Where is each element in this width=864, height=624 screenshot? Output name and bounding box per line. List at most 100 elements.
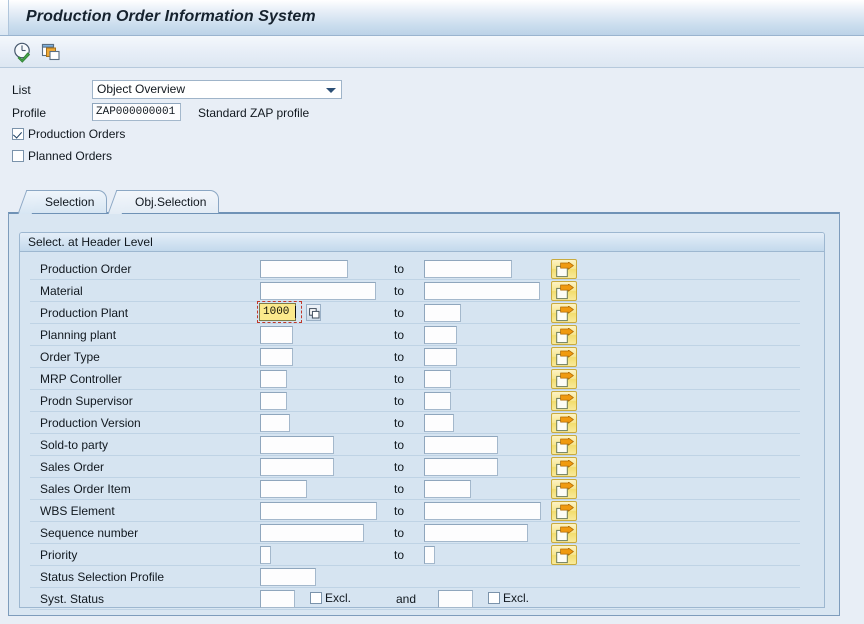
selection-row: Sold-to party to <box>20 434 826 456</box>
profile-label: Profile <box>12 106 46 120</box>
to-label: to <box>394 350 404 364</box>
selection-row: Production Plant to <box>20 302 826 324</box>
selection-row: MRP Controllerto <box>20 368 826 390</box>
multiple-selection-arrow-icon[interactable] <box>551 479 577 499</box>
row-from-field[interactable] <box>259 303 296 321</box>
tab-obj-selection[interactable]: Obj.Selection <box>120 190 219 213</box>
excl-label-to: Excl. <box>503 591 529 605</box>
to-label: to <box>394 394 404 408</box>
row-label: Prodn Supervisor <box>40 394 133 408</box>
list-dropdown[interactable]: Object Overview <box>92 80 342 99</box>
row-to-field[interactable] <box>424 458 498 476</box>
row-label: Planning plant <box>40 328 116 342</box>
row-from-field[interactable] <box>260 480 307 498</box>
header-selection-area: List Object Overview Profile Standard ZA… <box>0 68 864 168</box>
row-from-field[interactable] <box>260 282 376 300</box>
multiple-selection-arrow-icon[interactable] <box>551 347 577 367</box>
row-label: Order Type <box>40 350 100 364</box>
row-to-field[interactable] <box>424 436 498 454</box>
multiple-selection-arrow-icon[interactable] <box>551 435 577 455</box>
row-label: Priority <box>40 548 77 562</box>
to-label: to <box>394 328 404 342</box>
multiple-selection-arrow-icon[interactable] <box>551 413 577 433</box>
header-level-group: Select. at Header Level Production Order… <box>19 232 825 608</box>
row-to-field[interactable] <box>438 590 473 608</box>
planned-orders-checkbox[interactable] <box>12 150 24 162</box>
row-label: Sold-to party <box>40 438 108 452</box>
tab-strip: Selection Obj.Selection <box>8 190 840 214</box>
row-from-field[interactable] <box>260 414 290 432</box>
multiple-selection-arrow-icon[interactable] <box>551 281 577 301</box>
row-to-field[interactable] <box>424 304 461 322</box>
selection-row: Order Type to <box>20 346 826 368</box>
multiple-selection-arrow-icon[interactable] <box>551 369 577 389</box>
row-from-field[interactable] <box>260 568 316 586</box>
to-label: to <box>394 284 404 298</box>
row-from-field[interactable] <box>260 436 334 454</box>
row-from-field[interactable] <box>260 326 293 344</box>
row-label: Material <box>40 284 83 298</box>
row-from-field[interactable] <box>260 260 348 278</box>
row-label: Syst. Status <box>40 592 104 606</box>
to-label: to <box>394 504 404 518</box>
production-orders-checkbox[interactable] <box>12 128 24 140</box>
row-to-field[interactable] <box>424 326 457 344</box>
row-to-field[interactable] <box>424 546 435 564</box>
row-from-field[interactable] <box>260 392 287 410</box>
row-from-field[interactable] <box>260 524 364 542</box>
row-to-field[interactable] <box>424 260 512 278</box>
row-separator <box>30 609 800 610</box>
multiple-selection-arrow-icon[interactable] <box>551 303 577 323</box>
excl-label-from: Excl. <box>325 591 351 605</box>
row-from-field[interactable] <box>260 370 287 388</box>
row-from-field[interactable] <box>260 502 377 520</box>
row-from-field[interactable] <box>260 590 295 608</box>
multiple-selection-arrow-icon[interactable] <box>551 457 577 477</box>
to-label: to <box>394 372 404 386</box>
row-to-field[interactable] <box>424 348 457 366</box>
execute-button[interactable] <box>12 41 34 63</box>
title-accent-stripe <box>0 0 9 35</box>
row-label: Sales Order Item <box>40 482 131 496</box>
row-to-field[interactable] <box>424 480 471 498</box>
selection-row: Status Selection Profile <box>20 566 826 588</box>
multiple-selection-arrow-icon[interactable] <box>551 523 577 543</box>
selection-tab-panel: Select. at Header Level Production Order… <box>8 212 840 616</box>
selection-row: Planning plant to <box>20 324 826 346</box>
selection-row: Production Versionto <box>20 412 826 434</box>
row-to-field[interactable] <box>424 502 541 520</box>
excl-checkbox-from[interactable] <box>310 592 322 604</box>
multiple-selection-arrow-icon[interactable] <box>551 325 577 345</box>
excl-checkbox-to[interactable] <box>488 592 500 604</box>
row-to-field[interactable] <box>424 414 454 432</box>
multiple-selection-arrow-icon[interactable] <box>551 391 577 411</box>
row-from-field[interactable] <box>260 458 334 476</box>
list-label: List <box>12 83 31 97</box>
selection-row: Production Orderto <box>20 258 826 280</box>
to-label: to <box>394 548 404 562</box>
multiple-selection-arrow-icon[interactable] <box>551 545 577 565</box>
multiple-selection-arrow-icon[interactable] <box>551 501 577 521</box>
row-from-field[interactable] <box>260 348 293 366</box>
row-to-field[interactable] <box>424 392 451 410</box>
page-title: Production Order Information System <box>26 8 316 26</box>
selection-row: Sequence numberto <box>20 522 826 544</box>
selection-row: WBS Element to <box>20 500 826 522</box>
row-to-field[interactable] <box>424 524 528 542</box>
profile-field[interactable] <box>92 103 181 121</box>
multiple-selection-arrow-icon[interactable] <box>551 259 577 279</box>
to-label: to <box>394 416 404 430</box>
tab-obj-selection-label: Obj.Selection <box>135 195 206 209</box>
row-label: Sales Order <box>40 460 104 474</box>
window-title-bar: Production Order Information System <box>0 0 864 36</box>
row-to-field[interactable] <box>424 370 451 388</box>
row-label: WBS Element <box>40 504 115 518</box>
to-label: to <box>394 438 404 452</box>
selection-row: Sales Orderto <box>20 456 826 478</box>
matchcode-search-help-icon[interactable] <box>306 304 321 321</box>
tab-selection[interactable]: Selection <box>30 190 107 213</box>
multiple-selection-button[interactable] <box>40 41 62 63</box>
row-to-field[interactable] <box>424 282 540 300</box>
to-label: to <box>394 526 404 540</box>
row-from-field[interactable] <box>260 546 271 564</box>
